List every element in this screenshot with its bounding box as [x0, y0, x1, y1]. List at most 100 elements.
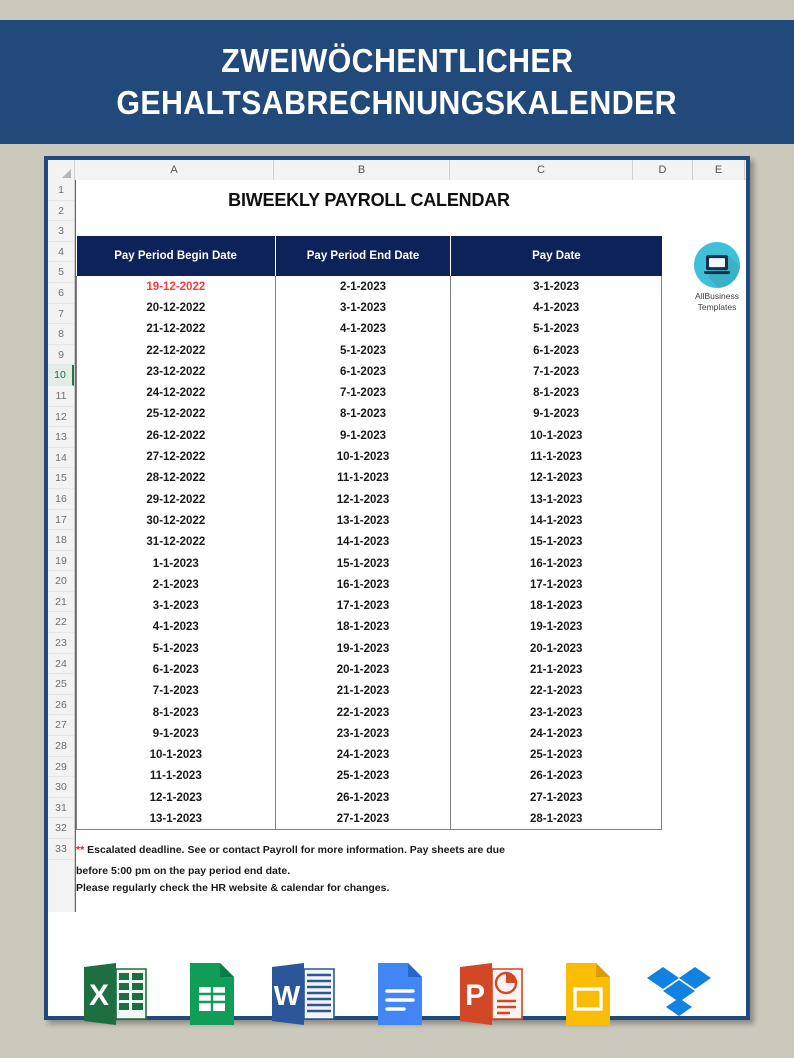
table-cell[interactable]: 24-12-2022 — [76, 382, 276, 404]
table-cell[interactable]: 17-1-2023 — [274, 595, 452, 617]
table-cell[interactable]: 5-1-2023 — [450, 318, 662, 340]
table-cell[interactable]: 5-1-2023 — [76, 638, 276, 660]
row-header-30[interactable]: 30 — [48, 777, 74, 798]
table-cell[interactable]: 4-1-2023 — [76, 616, 276, 639]
row-header-4[interactable]: 4 — [48, 242, 74, 263]
table-cell[interactable]: 31-12-2022 — [76, 531, 276, 553]
table-cell[interactable]: 27-12-2022 — [76, 446, 276, 468]
table-cell[interactable]: 7-1-2023 — [76, 680, 276, 702]
row-header-33[interactable]: 33 — [48, 839, 74, 860]
table-cell[interactable]: 9-1-2023 — [76, 723, 276, 745]
table-cell[interactable]: 22-12-2022 — [76, 339, 276, 362]
table-cell[interactable]: 27-1-2023 — [274, 808, 452, 831]
table-cell[interactable]: 22-1-2023 — [450, 680, 662, 702]
table-cell[interactable]: 25-1-2023 — [450, 744, 662, 766]
table-cell[interactable]: 15-1-2023 — [274, 552, 452, 575]
table-cell[interactable]: 24-1-2023 — [450, 723, 662, 745]
row-header-3[interactable]: 3 — [48, 221, 74, 242]
table-cell[interactable]: 13-1-2023 — [450, 488, 662, 511]
row-header-2[interactable]: 2 — [48, 201, 74, 222]
table-cell[interactable]: 23-1-2023 — [274, 723, 452, 745]
table-cell[interactable]: 1-1-2023 — [76, 552, 276, 575]
table-cell[interactable]: 11-1-2023 — [450, 446, 662, 468]
table-cell[interactable]: 19-12-2022 — [76, 276, 276, 298]
table-cell[interactable]: 12-1-2023 — [450, 467, 662, 489]
table-cell[interactable]: 18-1-2023 — [274, 616, 452, 639]
column-header-c[interactable]: C — [450, 160, 633, 180]
row-header-14[interactable]: 14 — [48, 448, 74, 469]
table-cell[interactable]: 7-1-2023 — [450, 361, 662, 383]
table-cell[interactable]: 19-1-2023 — [274, 638, 452, 660]
row-header-24[interactable]: 24 — [48, 654, 74, 675]
table-cell[interactable]: 22-1-2023 — [274, 701, 452, 724]
table-cell[interactable]: 23-1-2023 — [450, 701, 662, 724]
row-header-32[interactable]: 32 — [48, 818, 74, 839]
table-cell[interactable]: 27-1-2023 — [450, 787, 662, 809]
table-cell[interactable]: 10-1-2023 — [274, 446, 452, 468]
row-header-16[interactable]: 16 — [48, 489, 74, 510]
row-header-23[interactable]: 23 — [48, 633, 74, 654]
table-cell[interactable]: 13-1-2023 — [76, 808, 276, 831]
table-cell[interactable]: 28-12-2022 — [76, 467, 276, 489]
table-cell[interactable]: 6-1-2023 — [450, 339, 662, 362]
table-cell[interactable]: 3-1-2023 — [76, 595, 276, 617]
table-cell[interactable]: 3-1-2023 — [450, 276, 662, 298]
table-cell[interactable]: 17-1-2023 — [450, 574, 662, 596]
table-cell[interactable]: 26-12-2022 — [76, 425, 276, 447]
row-header-10[interactable]: 10 — [48, 365, 74, 386]
table-cell[interactable]: 2-1-2023 — [274, 276, 452, 298]
table-cell[interactable]: 9-1-2023 — [450, 403, 662, 426]
row-header-15[interactable]: 15 — [48, 468, 74, 489]
table-cell[interactable]: 29-12-2022 — [76, 488, 276, 511]
row-header-27[interactable]: 27 — [48, 715, 74, 737]
table-cell[interactable]: 2-1-2023 — [76, 574, 276, 596]
google-sheets-icon[interactable] — [174, 961, 244, 1027]
row-header-11[interactable]: 11 — [48, 386, 74, 407]
microsoft-excel-icon[interactable]: X — [80, 961, 150, 1027]
table-cell[interactable]: 8-1-2023 — [450, 382, 662, 404]
table-cell[interactable]: 6-1-2023 — [76, 659, 276, 681]
row-header-5[interactable]: 5 — [48, 262, 74, 283]
table-cell[interactable]: 25-12-2022 — [76, 403, 276, 426]
google-docs-icon[interactable] — [362, 961, 432, 1027]
row-header-17[interactable]: 17 — [48, 510, 74, 531]
row-header-6[interactable]: 6 — [48, 283, 74, 304]
table-cell[interactable]: 15-1-2023 — [450, 531, 662, 553]
table-cell[interactable]: 9-1-2023 — [274, 425, 452, 447]
table-cell[interactable]: 21-12-2022 — [76, 318, 276, 340]
table-cell[interactable]: 16-1-2023 — [450, 552, 662, 575]
table-cell[interactable]: 26-1-2023 — [450, 765, 662, 788]
table-cell[interactable]: 24-1-2023 — [274, 744, 452, 766]
column-header-a[interactable]: A — [75, 160, 274, 180]
column-header-e[interactable]: E — [693, 160, 745, 180]
table-cell[interactable]: 26-1-2023 — [274, 787, 452, 809]
table-cell[interactable]: 12-1-2023 — [76, 787, 276, 809]
table-cell[interactable]: 13-1-2023 — [274, 510, 452, 532]
table-cell[interactable]: 18-1-2023 — [450, 595, 662, 617]
table-cell[interactable]: 11-1-2023 — [274, 467, 452, 489]
table-cell[interactable]: 8-1-2023 — [274, 403, 452, 426]
dropbox-icon[interactable] — [644, 961, 714, 1027]
row-header-12[interactable]: 12 — [48, 407, 74, 428]
row-header-26[interactable]: 26 — [48, 695, 74, 716]
row-header-28[interactable]: 28 — [48, 736, 74, 757]
table-cell[interactable]: 21-1-2023 — [450, 659, 662, 681]
row-header-22[interactable]: 22 — [48, 612, 74, 634]
select-all-corner-icon[interactable] — [48, 160, 75, 180]
table-cell[interactable]: 20-12-2022 — [76, 297, 276, 319]
row-header-19[interactable]: 19 — [48, 551, 74, 572]
table-cell[interactable]: 20-1-2023 — [274, 659, 452, 681]
microsoft-powerpoint-icon[interactable]: P — [456, 961, 526, 1027]
table-cell[interactable]: 19-1-2023 — [450, 616, 662, 639]
table-cell[interactable]: 25-1-2023 — [274, 765, 452, 788]
table-cell[interactable]: 14-1-2023 — [274, 531, 452, 553]
table-cell[interactable]: 21-1-2023 — [274, 680, 452, 702]
row-header-7[interactable]: 7 — [48, 304, 74, 325]
google-slides-icon[interactable] — [550, 961, 620, 1027]
table-cell[interactable]: 8-1-2023 — [76, 701, 276, 724]
table-cell[interactable]: 28-1-2023 — [450, 808, 662, 831]
row-header-25[interactable]: 25 — [48, 674, 74, 695]
microsoft-word-icon[interactable]: W — [268, 961, 338, 1027]
table-cell[interactable]: 12-1-2023 — [274, 488, 452, 511]
row-header-20[interactable]: 20 — [48, 571, 74, 592]
